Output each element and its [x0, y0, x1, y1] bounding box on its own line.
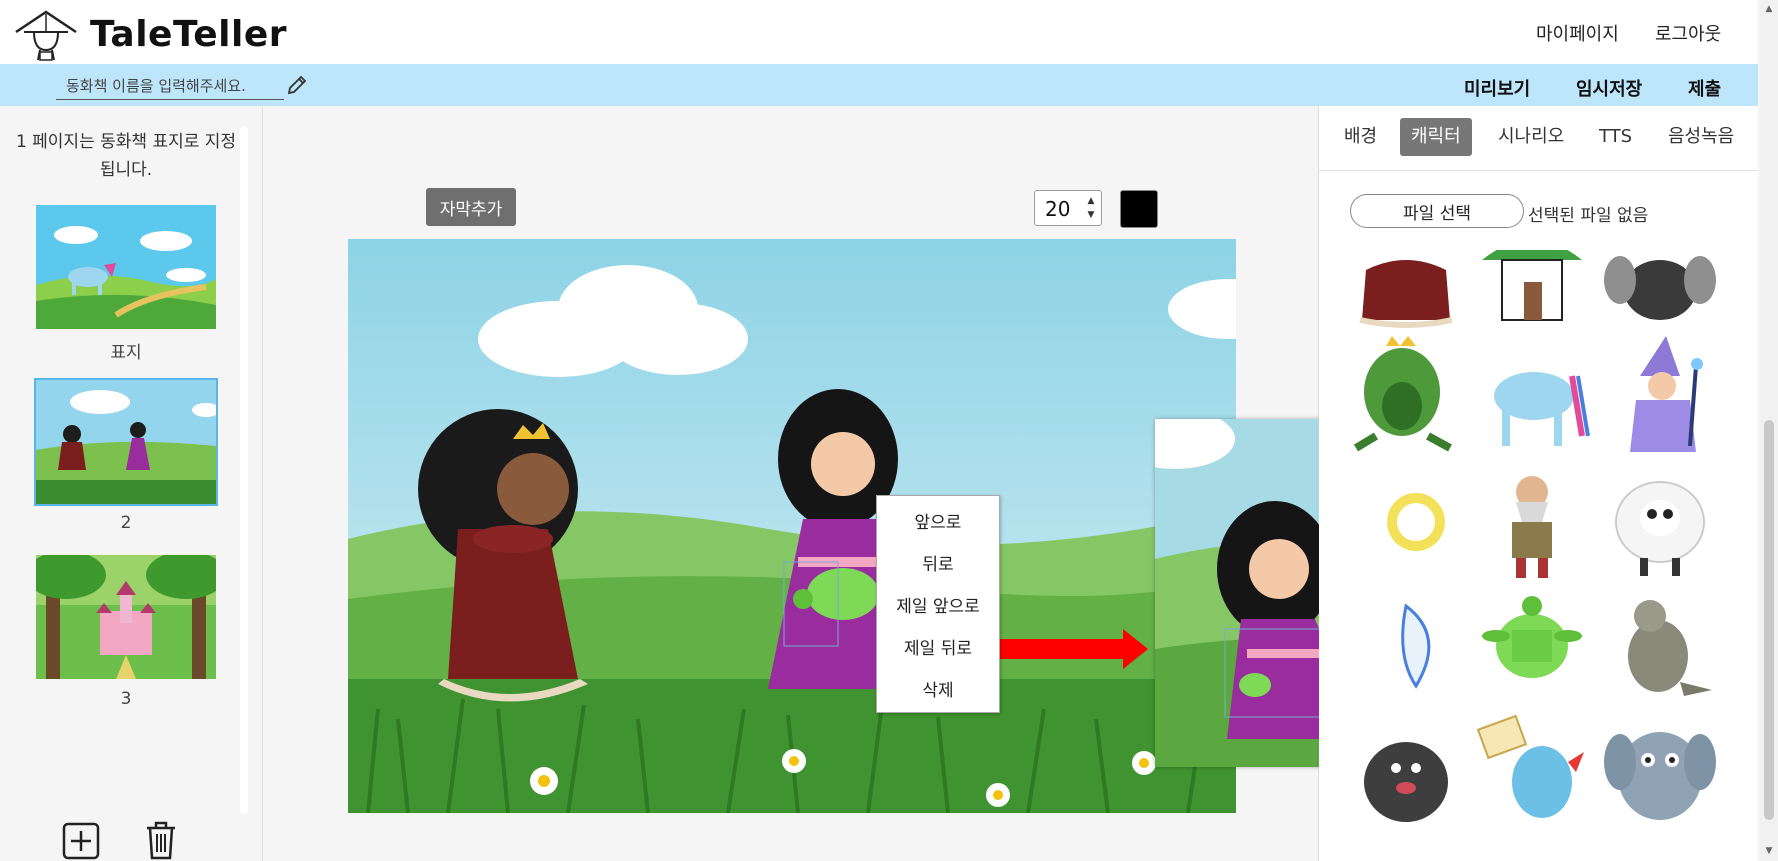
file-status: 선택된 파일 없음: [1528, 206, 1649, 226]
character-sea-lion-thumb[interactable]: [1600, 586, 1720, 706]
scroll-up-icon[interactable]: ▲: [1764, 4, 1774, 14]
app-logo-text[interactable]: TaleTeller: [90, 14, 287, 55]
font-size-value: 20: [1045, 197, 1071, 221]
character-queen-thumb[interactable]: [1346, 250, 1466, 330]
pencil-icon[interactable]: [285, 73, 309, 97]
menu-item-bring-to-front[interactable]: 제일 앞으로: [877, 592, 999, 617]
character-wizard-thumb[interactable]: [1600, 336, 1720, 456]
text-color-picker[interactable]: [1120, 190, 1158, 228]
character-elephant-thumb[interactable]: [1600, 712, 1720, 832]
character-grid: [1320, 250, 1742, 854]
spin-up-icon[interactable]: ▲: [1085, 195, 1097, 207]
page-thumbnail-cover[interactable]: [36, 205, 216, 329]
book-title-input[interactable]: [56, 72, 284, 100]
tab-background[interactable]: 배경: [1333, 118, 1388, 156]
character-mushroom-house-thumb[interactable]: [1472, 250, 1592, 330]
page-list-scrollbar[interactable]: [240, 126, 248, 814]
character-seal-thumb[interactable]: [1346, 712, 1466, 832]
page-3-thumbnail-image: [36, 555, 216, 679]
character-turtle-thumb[interactable]: [1472, 586, 1592, 706]
file-select-button[interactable]: 파일 선택: [1350, 194, 1524, 228]
character-bird-thumb[interactable]: [1346, 586, 1466, 706]
tab-scenario[interactable]: 시나리오: [1487, 118, 1575, 156]
submit-button[interactable]: 제출: [1688, 75, 1721, 101]
page-label-2: 2: [120, 513, 132, 533]
logo-icon: [15, 10, 77, 61]
spin-down-icon[interactable]: ▼: [1085, 209, 1097, 221]
app-header: TaleTeller 마이페이지 로그아웃: [0, 0, 1758, 64]
character-sheep-thumb[interactable]: [1600, 462, 1720, 582]
tab-voice-recording[interactable]: 음성녹음: [1657, 118, 1745, 156]
page-2-thumbnail-image: [36, 380, 216, 504]
character-unicorn-thumb[interactable]: [1472, 336, 1592, 456]
tab-character[interactable]: 캐릭터: [1400, 118, 1472, 156]
tab-tts[interactable]: TTS: [1588, 118, 1643, 156]
page-thumbnail-3[interactable]: [36, 555, 216, 679]
character-bluebird-letter-thumb[interactable]: [1472, 712, 1592, 832]
scrollbar-thumb[interactable]: [1764, 420, 1774, 820]
character-snail-thumb[interactable]: [1346, 462, 1466, 582]
font-size-stepper[interactable]: 20 ▲ ▼: [1034, 190, 1102, 226]
character-frog-prince-thumb[interactable]: [1346, 336, 1466, 456]
page-thumbnail-2[interactable]: [34, 378, 218, 506]
page-canvas[interactable]: [348, 239, 1236, 813]
menu-item-send-to-back[interactable]: 제일 뒤로: [877, 634, 999, 659]
menu-item-send-backward[interactable]: 뒤로: [877, 550, 999, 575]
mypage-link[interactable]: 마이페이지: [1536, 20, 1619, 46]
menu-item-delete[interactable]: 삭제: [877, 676, 999, 701]
menu-item-bring-forward[interactable]: 앞으로: [877, 508, 999, 533]
page-label-3: 3: [120, 689, 132, 709]
add-caption-button[interactable]: 자막추가: [426, 188, 516, 226]
delete-page-icon[interactable]: [144, 820, 178, 860]
add-page-icon[interactable]: [62, 822, 100, 860]
character-crow-thumb[interactable]: [1600, 250, 1720, 330]
preview-button[interactable]: 미리보기: [1464, 75, 1530, 101]
logout-link[interactable]: 로그아웃: [1655, 20, 1721, 46]
character-dwarf-thumb[interactable]: [1472, 462, 1592, 582]
cover-thumbnail-image: [36, 205, 216, 329]
scene-illustration: [348, 239, 1236, 813]
cover-note: 1 페이지는 동화책 표지로 지정됩니다.: [15, 132, 237, 180]
layer-context-menu: 앞으로 뒤로 제일 앞으로 제일 뒤로 삭제: [876, 495, 1000, 713]
temp-save-button[interactable]: 임시저장: [1576, 75, 1642, 101]
page-label-cover: 표지: [110, 343, 142, 363]
tab-divider: [1319, 170, 1758, 171]
scroll-down-icon[interactable]: ▼: [1764, 846, 1774, 856]
page-scrollbar[interactable]: ▲ ▼: [1760, 0, 1778, 861]
